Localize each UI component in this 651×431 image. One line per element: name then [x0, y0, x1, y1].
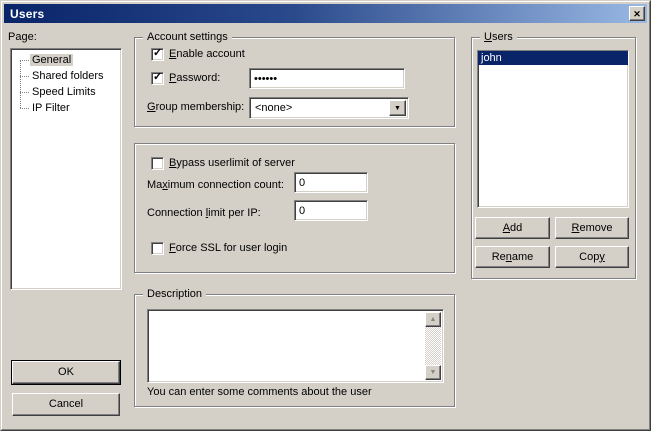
- close-icon: ✕: [633, 9, 641, 19]
- ok-button[interactable]: OK: [12, 361, 120, 384]
- page-item-ip-filter[interactable]: IP Filter: [11, 100, 121, 116]
- vertical-scrollbar[interactable]: ▲ ▼: [425, 312, 441, 380]
- page-label: Page:: [8, 31, 37, 44]
- check-icon: ✓: [153, 71, 162, 84]
- enable-account-checkbox[interactable]: ✓: [151, 48, 164, 61]
- rename-button[interactable]: Rename: [475, 246, 550, 268]
- scroll-up-icon: ▲: [430, 316, 437, 323]
- cancel-button[interactable]: Cancel: [12, 393, 120, 416]
- tree-item-label: General: [30, 54, 73, 66]
- page-item-speed-limits[interactable]: Speed Limits: [11, 84, 121, 100]
- password-checkbox[interactable]: ✓: [151, 72, 164, 85]
- group-membership-label: Group membership:: [147, 101, 244, 114]
- ip-limit-input[interactable]: [294, 200, 368, 221]
- users-list[interactable]: john: [477, 50, 629, 208]
- bypass-userlimit-label: Bypass userlimit of server: [169, 157, 295, 170]
- description-hint: You can enter some comments about the us…: [147, 386, 372, 398]
- tree-item-label: IP Filter: [30, 102, 72, 114]
- copy-button[interactable]: Copy: [555, 246, 629, 268]
- scroll-down-icon: ▼: [430, 369, 437, 376]
- tree-item-label: Speed Limits: [30, 86, 98, 98]
- description-legend: Description: [143, 288, 206, 301]
- scroll-up-button[interactable]: ▲: [425, 312, 441, 327]
- scroll-down-button[interactable]: ▼: [425, 365, 441, 380]
- bypass-userlimit-checkbox[interactable]: [151, 157, 164, 170]
- page-item-general[interactable]: General: [11, 52, 121, 68]
- titlebar[interactable]: Users ✕: [4, 4, 647, 23]
- user-list-item[interactable]: john: [478, 51, 628, 65]
- page-tree[interactable]: General Shared folders Speed Limits IP F…: [10, 48, 122, 290]
- user-name: john: [481, 52, 502, 64]
- force-ssl-label: Force SSL for user login: [169, 242, 287, 255]
- force-ssl-checkbox[interactable]: [151, 242, 164, 255]
- users-group: Users john Add Remove Rename Copy: [471, 37, 636, 279]
- account-settings-legend: Account settings: [143, 31, 232, 44]
- password-input[interactable]: [249, 68, 405, 89]
- description-group: Description ▲ ▼ You can enter some comme…: [134, 294, 455, 407]
- password-label: Password:: [169, 72, 220, 85]
- add-button[interactable]: Add: [475, 217, 550, 239]
- account-settings-group: Account settings ✓ Enable account ✓ Pass…: [134, 37, 455, 127]
- max-connections-input[interactable]: [294, 172, 368, 193]
- max-connections-label: Maximum connection count:: [147, 179, 284, 192]
- page-item-shared-folders[interactable]: Shared folders: [11, 68, 121, 84]
- ip-limit-label: Connection limit per IP:: [147, 207, 261, 220]
- remove-button[interactable]: Remove: [555, 217, 629, 239]
- users-legend: Users: [480, 31, 517, 44]
- description-textbox[interactable]: ▲ ▼: [147, 309, 444, 383]
- selected-option: <none>: [255, 102, 292, 114]
- close-button[interactable]: ✕: [629, 6, 645, 21]
- group-membership-select[interactable]: <none> ▼: [249, 97, 409, 119]
- enable-account-label: Enable account: [169, 48, 245, 61]
- dropdown-button[interactable]: ▼: [389, 100, 406, 116]
- check-icon: ✓: [153, 47, 162, 60]
- tree-item-label: Shared folders: [30, 70, 106, 82]
- connection-limits-group: Bypass userlimit of server Maximum conne…: [134, 143, 455, 273]
- chevron-down-icon: ▼: [394, 105, 401, 112]
- window-title: Users: [4, 7, 44, 21]
- description-textarea[interactable]: [150, 312, 426, 380]
